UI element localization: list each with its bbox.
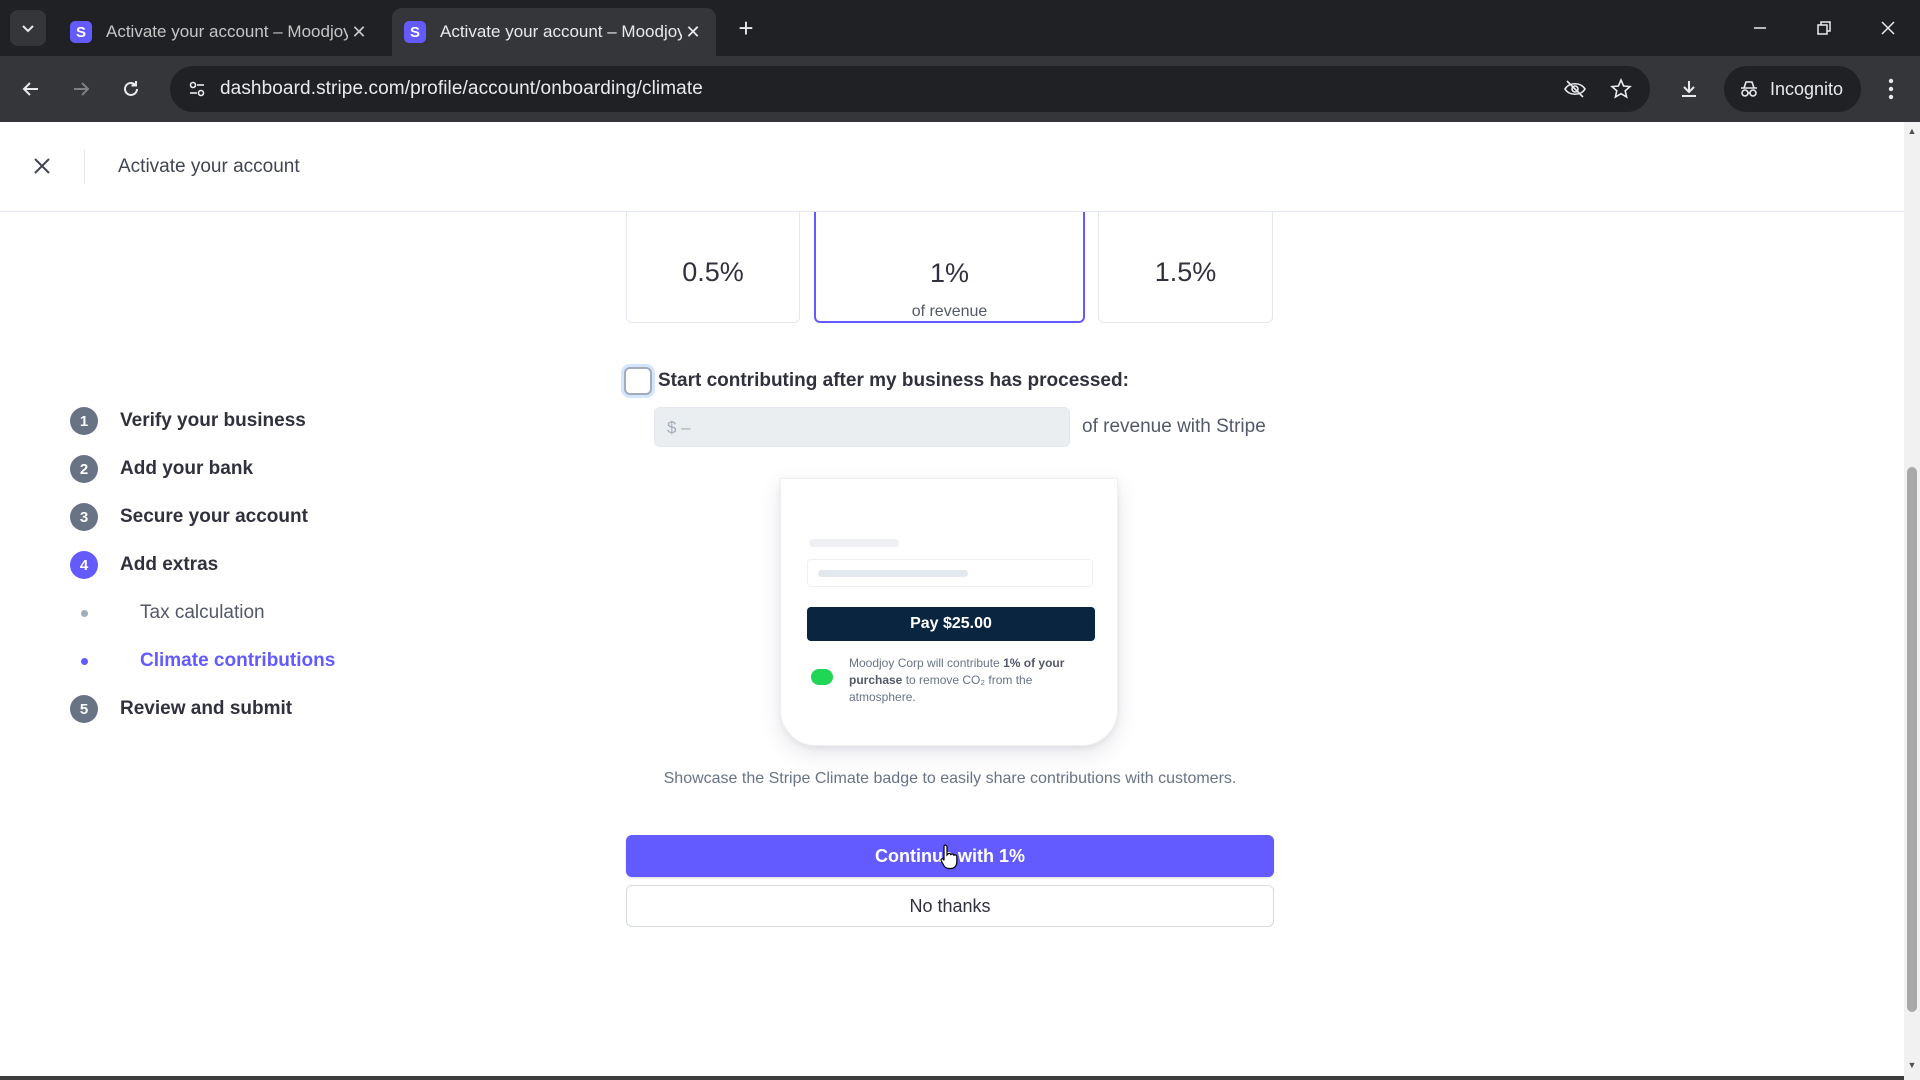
browser-tab[interactable]: S Activate your account – Moodjoy ✕ — [58, 8, 382, 56]
close-tab-icon[interactable]: ✕ — [682, 21, 704, 43]
option-percent: 1% — [929, 258, 970, 288]
forward-icon[interactable] — [62, 70, 100, 108]
preview-placeholder-line — [809, 539, 899, 547]
scroll-up-arrow-icon[interactable]: ▲ — [1907, 126, 1917, 136]
tab-search-button[interactable] — [10, 10, 46, 46]
step-add-extras[interactable]: 4 Add extras — [70, 550, 218, 580]
page-viewport: Activate your account 1 Verify your busi… — [0, 122, 1904, 1080]
restore-window-icon[interactable] — [1804, 8, 1844, 48]
threshold-label: Start contributing after my business has… — [658, 370, 1129, 391]
step-number: 2 — [70, 455, 98, 483]
step-secure-account[interactable]: 3 Secure your account — [70, 502, 308, 532]
site-info-icon[interactable] — [182, 74, 212, 104]
step-add-bank[interactable]: 2 Add your bank — [70, 454, 253, 484]
checkout-preview: Pay $25.00 Moodjoy Corp will contribute … — [780, 478, 1118, 746]
showcase-text: Showcase the Stripe Climate badge to eas… — [663, 770, 1237, 787]
threshold-amount-input[interactable]: $ – — [654, 407, 1070, 447]
threshold-checkbox[interactable] — [624, 367, 652, 395]
step-number: 4 — [70, 551, 98, 579]
step-number: 3 — [70, 503, 98, 531]
browser-toolbar: dashboard.stripe.com/profile/account/onb… — [0, 56, 1920, 122]
preview-placeholder-field — [807, 559, 1093, 587]
option-percent: 1.5% — [1154, 257, 1217, 287]
option-card-0-5[interactable]: 0.5% — [626, 194, 800, 323]
eye-off-icon[interactable] — [1560, 74, 1590, 104]
incognito-icon — [1741, 81, 1757, 97]
page-title: Activate your account — [118, 156, 300, 177]
substep-dot — [70, 657, 98, 665]
no-thanks-button[interactable]: No thanks — [626, 885, 1274, 927]
preview-pay-button: Pay $25.00 — [807, 607, 1095, 641]
page-header: Activate your account — [0, 122, 1904, 212]
option-card-1-5[interactable]: 1.5% — [1098, 194, 1273, 323]
preview-climate-note: Moodjoy Corp will contribute 1% of your … — [849, 655, 1099, 706]
option-card-1[interactable]: MOST POPULAR 1% of revenue — [814, 194, 1085, 323]
url-text: dashboard.stripe.com/profile/account/onb… — [220, 78, 703, 99]
substep-climate-contributions[interactable]: Climate contributions — [70, 646, 335, 676]
new-tab-button[interactable]: + — [732, 13, 760, 43]
preview-note-prefix: Moodjoy Corp will contribute — [849, 656, 1004, 670]
tab-title: Activate your account – Moodjoy — [106, 22, 348, 41]
step-verify-business[interactable]: 1 Verify your business — [70, 406, 306, 436]
close-tab-icon[interactable]: ✕ — [348, 21, 370, 43]
page-scrollbar[interactable]: ▲ ▼ — [1904, 122, 1920, 1080]
bottom-edge — [0, 1076, 1904, 1080]
substep-tax-calculation[interactable]: Tax calculation — [70, 598, 265, 628]
substep-label: Climate contributions — [140, 650, 336, 671]
stripe-favicon-icon: S — [404, 21, 426, 43]
stripe-favicon-icon: S — [70, 21, 92, 43]
browser-tab-active[interactable]: S Activate your account – Moodjoy ✕ — [392, 8, 716, 56]
step-label: Secure your account — [120, 506, 308, 527]
step-label: Review and submit — [120, 698, 293, 719]
header-divider — [84, 150, 85, 184]
back-icon[interactable] — [12, 70, 50, 108]
incognito-indicator[interactable]: Incognito — [1724, 66, 1862, 112]
step-label: Verify your business — [120, 410, 306, 431]
bookmark-star-icon[interactable] — [1606, 74, 1636, 104]
address-bar[interactable]: dashboard.stripe.com/profile/account/onb… — [170, 66, 1650, 112]
step-number: 1 — [70, 407, 98, 435]
step-review-submit[interactable]: 5 Review and submit — [70, 694, 292, 724]
close-icon[interactable] — [28, 152, 56, 180]
option-subtitle: of revenue — [911, 303, 988, 320]
step-number: 5 — [70, 695, 98, 723]
browser-menu-icon[interactable] — [1876, 70, 1906, 108]
substep-dot — [70, 609, 98, 617]
reload-icon[interactable] — [112, 70, 150, 108]
minimize-window-icon[interactable] — [1740, 8, 1780, 48]
step-label: Add your bank — [120, 458, 254, 479]
step-label: Add extras — [120, 554, 219, 575]
substep-label: Tax calculation — [140, 602, 265, 623]
scroll-down-arrow-icon[interactable]: ▼ — [1907, 1060, 1917, 1070]
incognito-label: Incognito — [1770, 78, 1844, 99]
browser-tab-bar: S Activate your account – Moodjoy ✕ S Ac… — [0, 0, 1920, 56]
scrollbar-thumb[interactable] — [1907, 467, 1917, 1012]
threshold-suffix: of revenue with Stripe — [1082, 416, 1266, 437]
tab-title: Activate your account – Moodjoy — [440, 22, 682, 41]
mouse-pointer-icon — [940, 844, 958, 870]
climate-badge-icon — [811, 669, 833, 685]
download-icon[interactable] — [1670, 70, 1708, 108]
option-percent: 0.5% — [682, 257, 744, 287]
close-window-icon[interactable] — [1868, 8, 1908, 48]
chevron-down-icon — [22, 25, 34, 33]
